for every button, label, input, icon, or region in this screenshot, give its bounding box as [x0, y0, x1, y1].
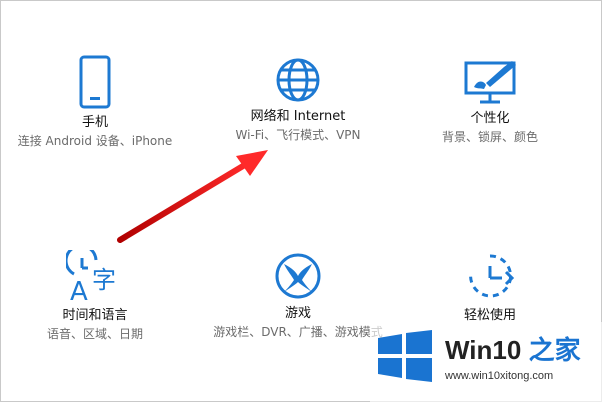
xbox-icon: [275, 253, 321, 299]
tile-desc: 语音、区域、日期: [46, 327, 143, 341]
tile-phone[interactable]: 手机 连接 Android 设备、iPhone: [0, 55, 190, 150]
windows-logo-icon: [378, 330, 432, 382]
tile-ease-of-access[interactable]: 轻松使用: [395, 250, 585, 326]
tile-title: 网络和 Internet: [250, 109, 346, 124]
watermark-brand-name: Win10: [445, 335, 522, 365]
svg-text:字: 字: [92, 266, 116, 294]
tile-gaming[interactable]: 游戏 游戏栏、DVR、广播、游戏模式: [203, 250, 393, 341]
tile-desc: 游戏栏、DVR、广播、游戏模式: [213, 325, 383, 339]
tile-desc: 连接 Android 设备、iPhone: [17, 134, 173, 148]
tile-title: 游戏: [284, 306, 311, 321]
watermark: Win10 之家 www.win10xitong.com: [370, 322, 602, 402]
tile-personalization[interactable]: 个性化 背景、锁屏、颜色: [395, 55, 585, 146]
tile-desc: 背景、锁屏、颜色: [441, 130, 538, 144]
phone-icon: [79, 55, 111, 109]
time-language-icon: A 字: [66, 250, 116, 302]
personalization-icon: [464, 61, 516, 104]
tile-desc: Wi-Fi、飞行模式、VPN: [235, 128, 361, 142]
watermark-brand: Win10 之家: [445, 330, 581, 367]
tile-title: 时间和语言: [62, 308, 128, 323]
tile-network-internet[interactable]: 网络和 Internet Wi-Fi、飞行模式、VPN: [203, 55, 393, 144]
tile-title: 手机: [81, 115, 108, 130]
tile-time-language[interactable]: A 字 时间和语言 语音、区域、日期: [0, 250, 190, 343]
ease-of-access-icon: [469, 254, 515, 298]
watermark-brand-suffix: 之家: [528, 335, 581, 365]
tile-title: 个性化: [470, 111, 510, 126]
svg-text:A: A: [70, 277, 88, 302]
watermark-url: www.win10xitong.com: [445, 370, 554, 382]
globe-icon: [276, 58, 320, 102]
